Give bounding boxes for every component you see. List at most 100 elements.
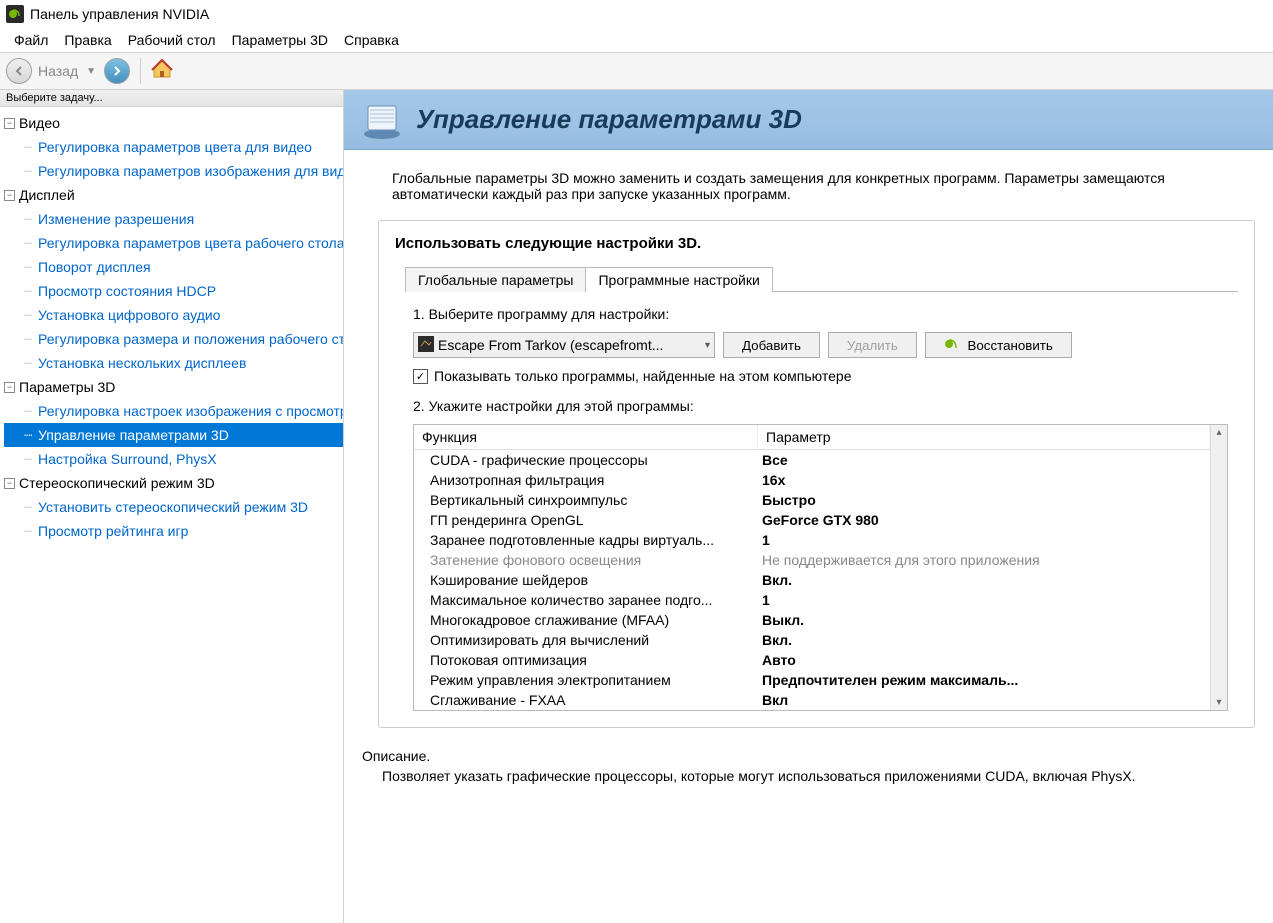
grid-row[interactable]: Максимальное количество заранее подго...… — [414, 590, 1210, 610]
home-button[interactable] — [151, 59, 173, 84]
page-title: Управление параметрами 3D — [416, 104, 802, 135]
grid-cell-function: Затенение фонового освещения — [414, 552, 758, 568]
settings-grid: Функция Параметр CUDA - графические проц… — [413, 424, 1228, 711]
grid-cell-function: Кэширование шейдеров — [414, 572, 758, 588]
grid-cell-parameter: Не поддерживается для этого приложения — [758, 552, 1210, 568]
grid-cell-parameter: 1 — [758, 592, 1210, 608]
grid-row[interactable]: Потоковая оптимизацияАвто — [414, 650, 1210, 670]
main-panel: Управление параметрами 3D Глобальные пар… — [344, 90, 1273, 923]
window-title: Панель управления NVIDIA — [30, 6, 209, 22]
tree-item[interactable]: Установка цифрового аудио — [4, 303, 343, 327]
grid-cell-parameter: Предпочтителен режим максималь... — [758, 672, 1210, 688]
restore-label: Восстановить — [968, 338, 1053, 353]
col-function[interactable]: Функция — [414, 425, 758, 449]
tree-item[interactable]: Регулировка параметров цвета для видео — [4, 135, 343, 159]
add-button[interactable]: Добавить — [723, 332, 820, 358]
tree-category[interactable]: −Видео — [4, 111, 343, 135]
tree-toggle-icon[interactable]: − — [4, 382, 15, 393]
grid-cell-parameter: Вкл — [758, 692, 1210, 708]
settings-title: Использовать следующие настройки 3D. — [395, 235, 1238, 252]
menu-desktop[interactable]: Рабочий стол — [120, 32, 224, 48]
grid-row[interactable]: Многокадровое сглаживание (MFAA)Выкл. — [414, 610, 1210, 630]
tab-global[interactable]: Глобальные параметры — [405, 267, 586, 292]
scroll-up-icon[interactable]: ▴ — [1216, 425, 1221, 440]
sidebar: Выберите задачу... −ВидеоРегулировка пар… — [0, 90, 344, 923]
step2-label: 2. Укажите настройки для этой программы: — [413, 398, 1228, 414]
description-body: Позволяет указать графические процессоры… — [382, 768, 1255, 784]
program-select[interactable]: Escape From Tarkov (escapefromt... ▾ — [413, 332, 715, 358]
task-tree: −ВидеоРегулировка параметров цвета для в… — [0, 107, 343, 547]
page-header-icon — [360, 98, 404, 142]
tree-category[interactable]: −Стереоскопический режим 3D — [4, 471, 343, 495]
tree-item[interactable]: Регулировка параметров цвета рабочего ст… — [4, 231, 343, 255]
menu-bar: Файл Правка Рабочий стол Параметры 3D Сп… — [0, 28, 1273, 52]
grid-cell-function: ГП рендеринга OpenGL — [414, 512, 758, 528]
grid-row[interactable]: Сглаживание - FXAAВкл — [414, 690, 1210, 710]
grid-cell-function: Потоковая оптимизация — [414, 652, 758, 668]
tab-strip: Глобальные параметры Программные настрой… — [405, 266, 1238, 292]
grid-row[interactable]: CUDA - графические процессорыВсе — [414, 450, 1210, 470]
tree-item[interactable]: Управление параметрами 3D — [4, 423, 343, 447]
tree-item[interactable]: Регулировка размера и положения рабочего… — [4, 327, 343, 351]
step1-label: 1. Выберите программу для настройки: — [413, 306, 1228, 322]
toolbar-separator — [140, 58, 141, 84]
grid-cell-parameter: Быстро — [758, 492, 1210, 508]
grid-cell-parameter: 16x — [758, 472, 1210, 488]
grid-row[interactable]: Режим управления электропитаниемПредпочт… — [414, 670, 1210, 690]
history-dropdown-icon[interactable]: ▼ — [84, 66, 98, 77]
content-area: Выберите задачу... −ВидеоРегулировка пар… — [0, 90, 1273, 923]
settings-groupbox: Использовать следующие настройки 3D. Гло… — [378, 220, 1255, 728]
tree-category[interactable]: −Дисплей — [4, 183, 343, 207]
col-parameter[interactable]: Параметр — [758, 425, 1210, 449]
show-only-row: ✓ Показывать только программы, найденные… — [413, 368, 1228, 384]
grid-row[interactable]: Затенение фонового освещенияНе поддержив… — [414, 550, 1210, 570]
menu-file[interactable]: Файл — [6, 32, 56, 48]
tree-category[interactable]: −Параметры 3D — [4, 375, 343, 399]
tree-toggle-icon[interactable]: − — [4, 190, 15, 201]
grid-cell-function: Заранее подготовленные кадры виртуаль... — [414, 532, 758, 548]
tree-item[interactable]: Просмотр рейтинга игр — [4, 519, 343, 543]
restore-button[interactable]: Восстановить — [925, 332, 1072, 358]
grid-cell-parameter: 1 — [758, 532, 1210, 548]
grid-cell-parameter: GeForce GTX 980 — [758, 512, 1210, 528]
grid-cell-parameter: Вкл. — [758, 572, 1210, 588]
tree-item[interactable]: Просмотр состояния HDCP — [4, 279, 343, 303]
tree-item[interactable]: Изменение разрешения — [4, 207, 343, 231]
tree-toggle-icon[interactable]: − — [4, 118, 15, 129]
tree-item[interactable]: Регулировка параметров изображения для в… — [4, 159, 343, 183]
grid-cell-function: Анизотропная фильтрация — [414, 472, 758, 488]
show-only-checkbox[interactable]: ✓ — [413, 369, 428, 384]
tree-item[interactable]: Настройка Surround, PhysX — [4, 447, 343, 471]
description-title: Описание. — [362, 748, 1255, 764]
grid-cell-function: Режим управления электропитанием — [414, 672, 758, 688]
tree-item[interactable]: Регулировка настроек изображения с просм… — [4, 399, 343, 423]
tree-item[interactable]: Установить стереоскопический режим 3D — [4, 495, 343, 519]
grid-row[interactable]: Анизотропная фильтрация16x — [414, 470, 1210, 490]
grid-cell-parameter: Выкл. — [758, 612, 1210, 628]
grid-row[interactable]: ГП рендеринга OpenGLGeForce GTX 980 — [414, 510, 1210, 530]
grid-cell-parameter: Вкл. — [758, 632, 1210, 648]
menu-3d-params[interactable]: Параметры 3D — [224, 32, 336, 48]
tree-item[interactable]: Установка нескольких дисплеев — [4, 351, 343, 375]
tree-item[interactable]: Поворот дисплея — [4, 255, 343, 279]
nvidia-logo-icon — [944, 338, 960, 350]
menu-help[interactable]: Справка — [336, 32, 407, 48]
tree-category-label: Дисплей — [19, 183, 75, 207]
forward-button[interactable] — [104, 58, 130, 84]
scroll-down-icon[interactable]: ▾ — [1216, 695, 1221, 710]
tab-program[interactable]: Программные настройки — [585, 267, 772, 292]
grid-scrollbar[interactable]: ▴ ▾ — [1210, 425, 1227, 710]
grid-cell-function: Оптимизировать для вычислений — [414, 632, 758, 648]
grid-cell-function: CUDA - графические процессоры — [414, 452, 758, 468]
grid-row[interactable]: Заранее подготовленные кадры виртуаль...… — [414, 530, 1210, 550]
nvidia-app-icon — [6, 5, 24, 23]
grid-cell-function: Многокадровое сглаживание (MFAA) — [414, 612, 758, 628]
grid-row[interactable]: Оптимизировать для вычисленийВкл. — [414, 630, 1210, 650]
back-button[interactable] — [6, 58, 32, 84]
tree-toggle-icon[interactable]: − — [4, 478, 15, 489]
menu-edit[interactable]: Правка — [56, 32, 119, 48]
tree-category-label: Параметры 3D — [19, 375, 115, 399]
grid-row[interactable]: Вертикальный синхроимпульсБыстро — [414, 490, 1210, 510]
show-only-label: Показывать только программы, найденные н… — [434, 368, 852, 384]
grid-row[interactable]: Кэширование шейдеровВкл. — [414, 570, 1210, 590]
